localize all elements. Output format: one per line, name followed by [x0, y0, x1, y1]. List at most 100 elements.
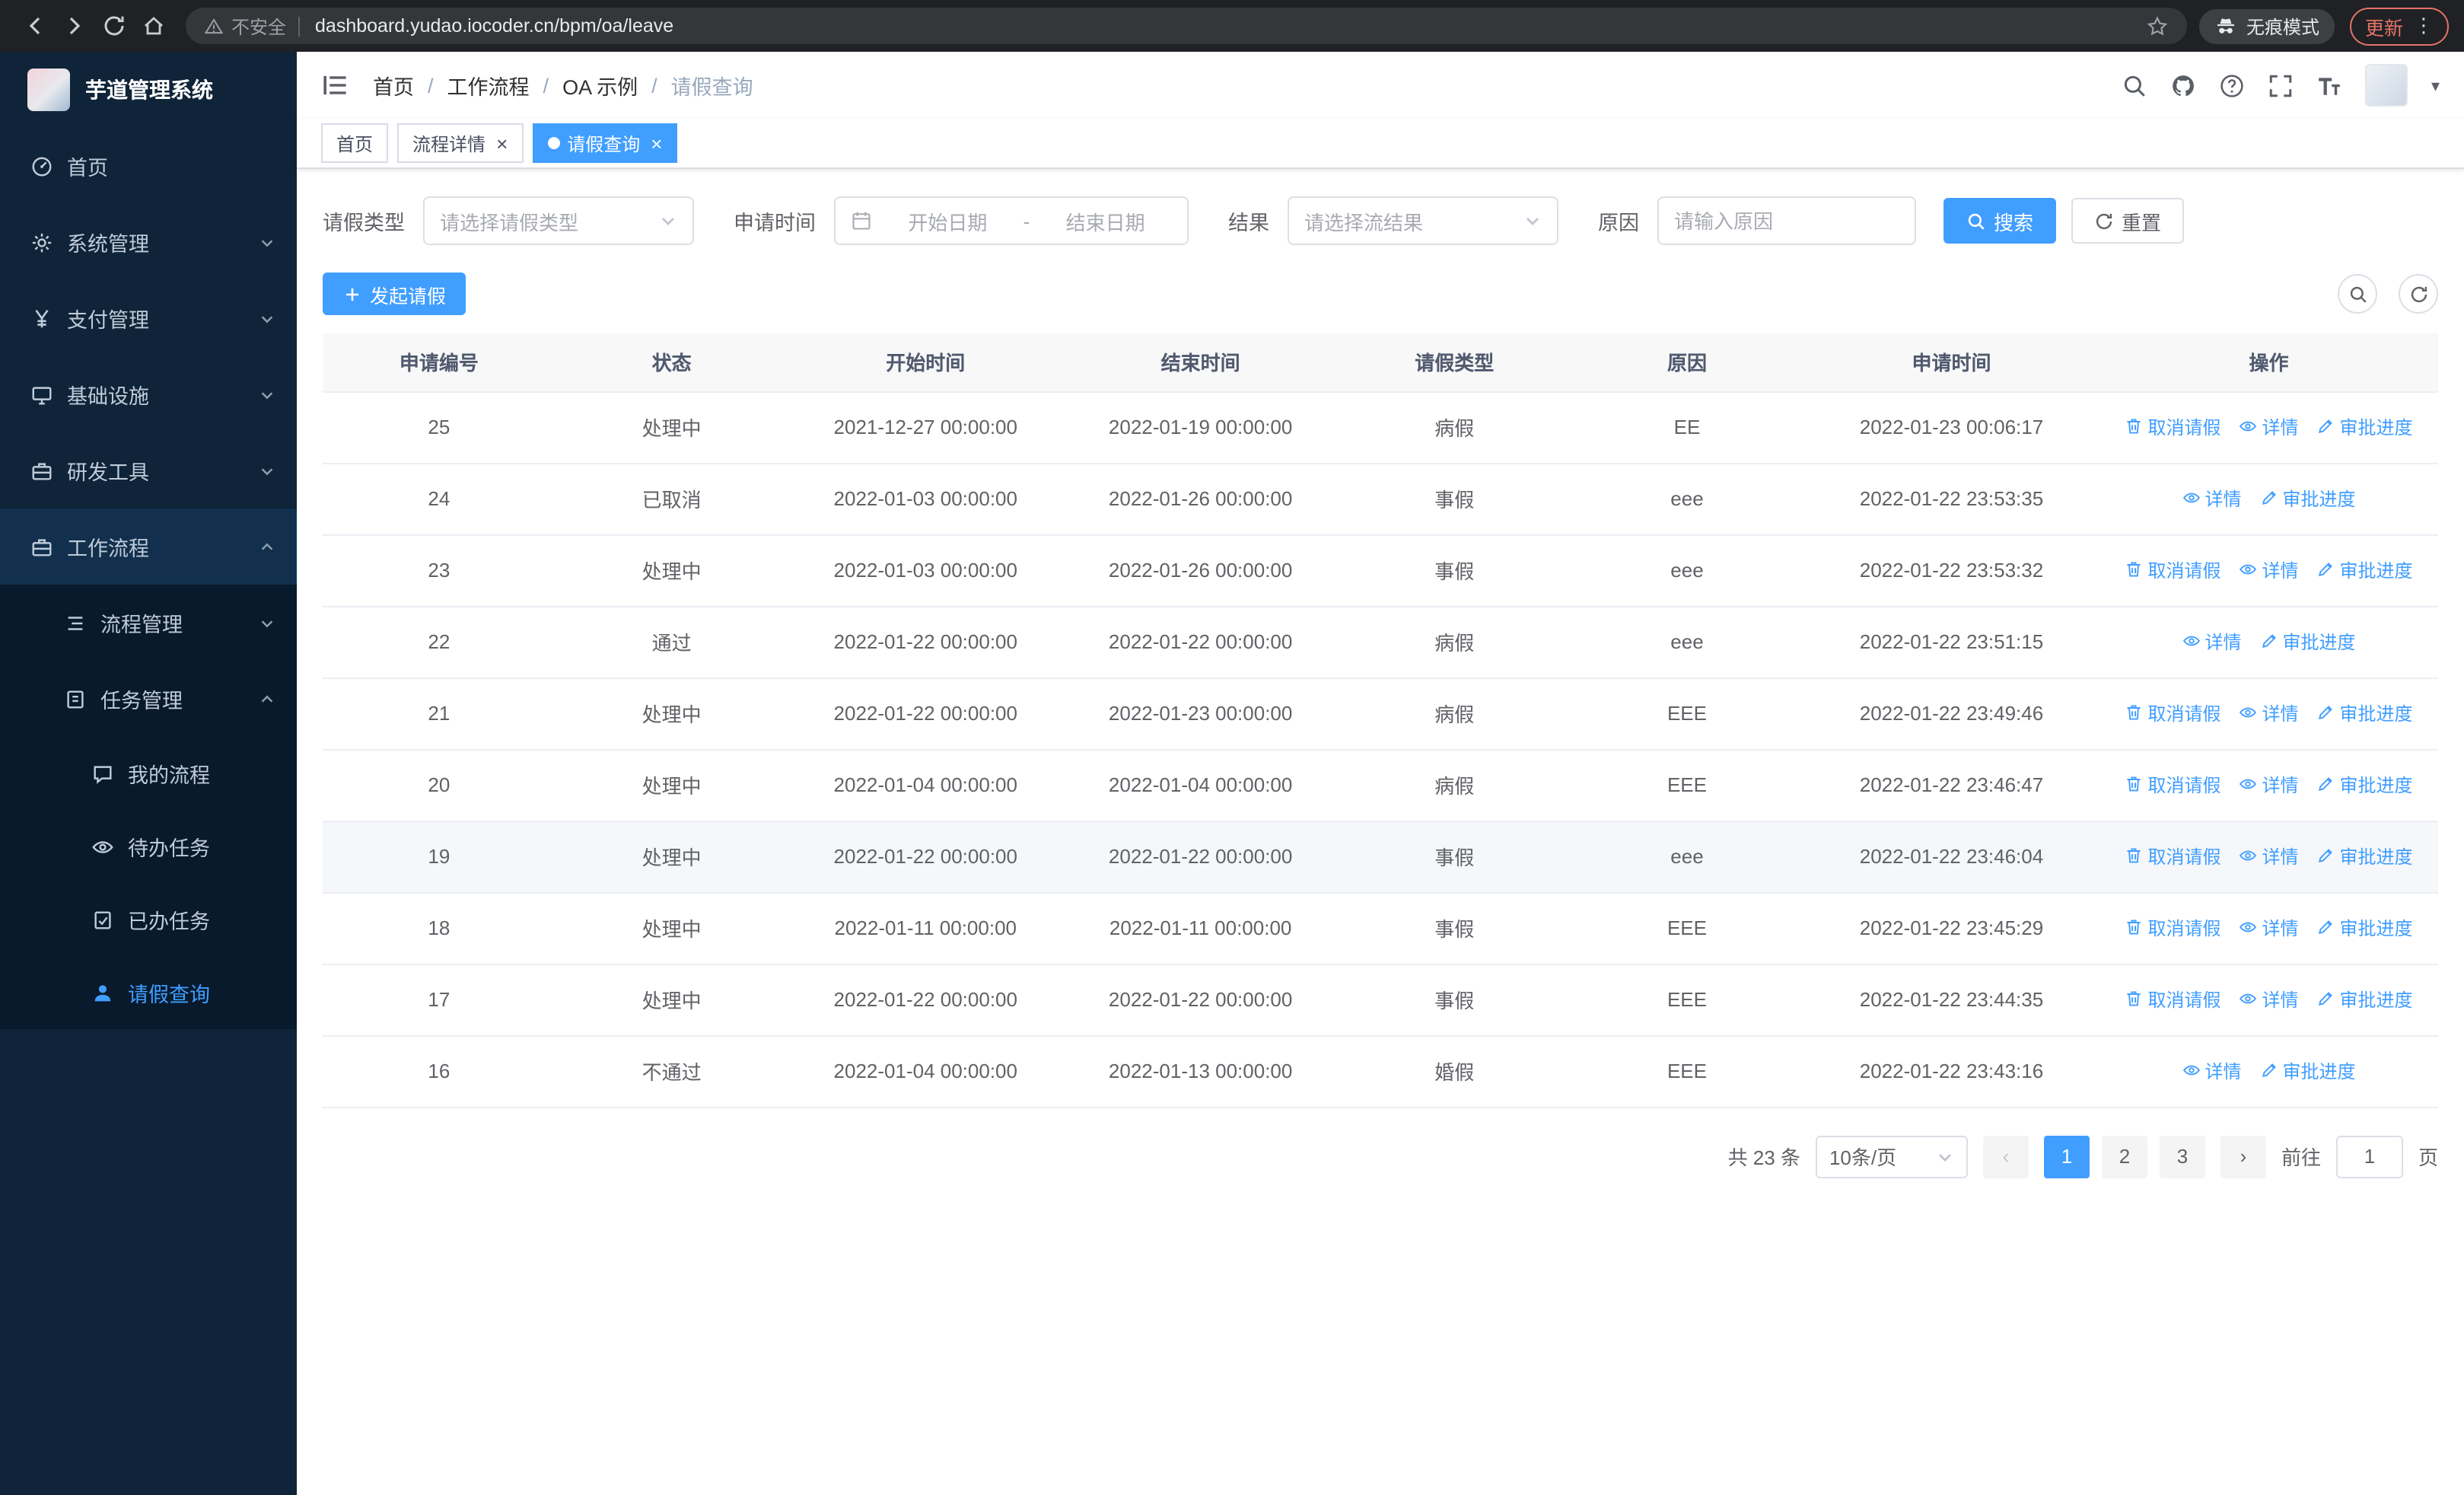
cell-status: 不通过 — [555, 1035, 788, 1108]
sidebar-item-leave-query[interactable]: 请假查询 — [0, 956, 297, 1029]
table-row[interactable]: 25 处理中 2021-12-27 00:00:00 2022-01-19 00:00… — [323, 391, 2438, 464]
progress-action-link[interactable]: 审批进度 — [2260, 1058, 2356, 1084]
prev-page-button[interactable]: ‹ — [1982, 1135, 2029, 1178]
cancel-action-link[interactable]: 取消请假 — [2125, 700, 2221, 726]
browser-menu-icon[interactable]: ⋮ — [2414, 14, 2434, 38]
search-button[interactable]: 搜索 — [1944, 198, 2057, 244]
cell-leave-type: 病假 — [1338, 749, 1571, 821]
page-size-select[interactable]: 10条/页 — [1815, 1135, 1968, 1178]
sidebar-item-system[interactable]: 系统管理 — [0, 204, 297, 280]
apply-time-range-picker[interactable]: 开始日期 - 结束日期 — [834, 196, 1189, 245]
detail-action-link[interactable]: 详情 — [2182, 629, 2242, 655]
bookmark-star-icon[interactable] — [2146, 14, 2169, 37]
sidebar-item-task-mgmt[interactable]: 任务管理 — [0, 661, 297, 737]
trash-icon — [2125, 847, 2143, 865]
detail-action-link[interactable]: 详情 — [2240, 414, 2299, 440]
font-size-icon[interactable] — [2317, 72, 2343, 98]
sidebar-item-process-mgmt[interactable]: 流程管理 — [0, 585, 297, 661]
table-row[interactable]: 24 已取消 2022-01-03 00:00:00 2022-01-26 00:00… — [323, 463, 2438, 535]
cell-status: 处理中 — [555, 964, 788, 1036]
create-leave-button[interactable]: 发起请假 — [323, 273, 466, 315]
close-icon[interactable]: × — [651, 133, 662, 153]
detail-action-link[interactable]: 详情 — [2240, 987, 2299, 1012]
table-row[interactable]: 22 通过 2022-01-22 00:00:00 2022-01-22 00:00:… — [323, 606, 2438, 678]
detail-action-link[interactable]: 详情 — [2240, 772, 2299, 798]
progress-action-link[interactable]: 审批进度 — [2317, 414, 2413, 440]
table-row[interactable]: 16 不通过 2022-01-04 00:00:00 2022-01-13 00:00… — [323, 1035, 2438, 1108]
sidebar-item-my-process[interactable]: 我的流程 — [0, 737, 297, 810]
detail-action-link[interactable]: 详情 — [2240, 557, 2299, 583]
goto-page-input[interactable] — [2335, 1135, 2403, 1178]
back-button[interactable] — [15, 6, 55, 46]
sidebar-item-home[interactable]: 首页 — [0, 128, 297, 204]
fullscreen-icon[interactable] — [2268, 72, 2294, 98]
breadcrumb-item[interactable]: 首页 — [373, 70, 414, 100]
tab-leave-query[interactable]: 请假查询 × — [532, 123, 678, 163]
cell-apply-time: 2022-01-22 23:46:04 — [1803, 821, 2100, 893]
security-label[interactable]: 不安全 — [231, 13, 286, 39]
reload-button[interactable] — [94, 6, 134, 46]
logo-image — [27, 69, 70, 111]
search-icon[interactable] — [2122, 72, 2148, 98]
progress-action-link[interactable]: 审批进度 — [2317, 772, 2413, 798]
reason-input[interactable] — [1657, 196, 1916, 245]
sidebar-item-done-tasks[interactable]: 已办任务 — [0, 883, 297, 956]
close-icon[interactable]: × — [496, 133, 508, 153]
sidebar-item-workflow[interactable]: 工作流程 — [0, 508, 297, 585]
sidebar-item-devtools[interactable]: 研发工具 — [0, 432, 297, 508]
progress-action-link[interactable]: 审批进度 — [2317, 915, 2413, 941]
page-button-2[interactable]: 2 — [2101, 1135, 2147, 1178]
tab-process-detail[interactable]: 流程详情 × — [397, 123, 524, 163]
detail-action-link[interactable]: 详情 — [2182, 486, 2242, 512]
cancel-action-link[interactable]: 取消请假 — [2125, 843, 2221, 869]
user-avatar[interactable] — [2365, 64, 2408, 107]
cancel-action-link[interactable]: 取消请假 — [2125, 557, 2221, 583]
table-row[interactable]: 19 处理中 2022-01-22 00:00:00 2022-01-22 00:00… — [323, 821, 2438, 893]
page-button-1[interactable]: 1 — [2043, 1135, 2090, 1178]
address-bar[interactable]: 不安全 dashboard.yudao.iocoder.cn/bpm/oa/le… — [186, 8, 2187, 44]
table-row[interactable]: 18 处理中 2022-01-11 00:00:00 2022-01-11 00:00… — [323, 892, 2438, 964]
help-icon[interactable] — [2220, 72, 2246, 98]
tab-home[interactable]: 首页 — [321, 123, 389, 163]
page-buttons: 123 — [2043, 1135, 2205, 1178]
app-logo[interactable]: 芋道管理系统 — [0, 52, 297, 128]
table-row[interactable]: 21 处理中 2022-01-22 00:00:00 2022-01-23 00:00… — [323, 677, 2438, 750]
progress-action-link[interactable]: 审批进度 — [2260, 486, 2356, 512]
github-icon[interactable] — [2171, 72, 2197, 98]
url-text[interactable]: dashboard.yudao.iocoder.cn/bpm/oa/leave — [315, 15, 2146, 37]
table-row[interactable]: 23 处理中 2022-01-03 00:00:00 2022-01-26 00:00… — [323, 534, 2438, 607]
breadcrumb-item[interactable]: OA 示例 — [562, 70, 638, 100]
progress-action-link[interactable]: 审批进度 — [2317, 700, 2413, 726]
detail-action-link[interactable]: 详情 — [2182, 1058, 2242, 1084]
result-select[interactable]: 请选择流结果 — [1288, 196, 1558, 245]
sidebar-item-infra[interactable]: 基础设施 — [0, 356, 297, 432]
progress-action-link[interactable]: 审批进度 — [2317, 987, 2413, 1012]
cancel-action-link[interactable]: 取消请假 — [2125, 987, 2221, 1012]
cell-apply-time: 2022-01-22 23:53:32 — [1803, 534, 2100, 607]
breadcrumb-item[interactable]: 工作流程 — [447, 70, 530, 100]
cancel-action-link[interactable]: 取消请假 — [2125, 772, 2221, 798]
next-page-button[interactable]: › — [2220, 1135, 2266, 1178]
detail-action-link[interactable]: 详情 — [2240, 700, 2299, 726]
cancel-action-link[interactable]: 取消请假 — [2125, 414, 2221, 440]
update-menu-chip[interactable]: 更新 ⋮ — [2349, 7, 2449, 45]
detail-action-link[interactable]: 详情 — [2240, 843, 2299, 869]
toggle-search-icon[interactable] — [2338, 274, 2377, 314]
home-button[interactable] — [134, 6, 173, 46]
reset-button[interactable]: 重置 — [2071, 198, 2185, 244]
table-row[interactable]: 20 处理中 2022-01-04 00:00:00 2022-01-04 00:00… — [323, 749, 2438, 821]
page-button-3[interactable]: 3 — [2159, 1135, 2205, 1178]
progress-action-link[interactable]: 审批进度 — [2317, 557, 2413, 583]
sidebar-item-todo-tasks[interactable]: 待办任务 — [0, 810, 297, 883]
forward-button[interactable] — [55, 6, 94, 46]
sidebar-toggle-icon[interactable] — [321, 72, 349, 99]
avatar-dropdown-caret-icon[interactable]: ▾ — [2431, 75, 2440, 95]
table-row[interactable]: 17 处理中 2022-01-22 00:00:00 2022-01-22 00:00… — [323, 964, 2438, 1036]
refresh-table-icon[interactable] — [2399, 274, 2438, 314]
cancel-action-link[interactable]: 取消请假 — [2125, 915, 2221, 941]
sidebar-item-payment[interactable]: 支付管理 — [0, 280, 297, 356]
progress-action-link[interactable]: 审批进度 — [2317, 843, 2413, 869]
detail-action-link[interactable]: 详情 — [2240, 915, 2299, 941]
leave-type-select[interactable]: 请选择请假类型 — [423, 196, 694, 245]
progress-action-link[interactable]: 审批进度 — [2260, 629, 2356, 655]
